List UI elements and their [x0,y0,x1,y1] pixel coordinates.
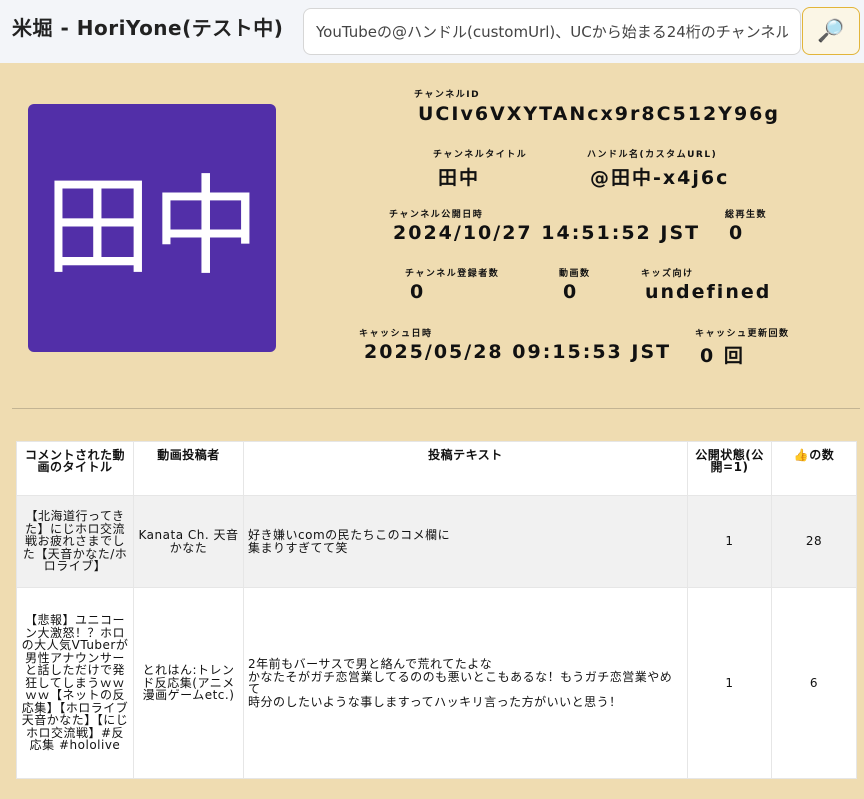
header-video-title: コメントされた動画のタイトル [16,441,134,496]
cache-date-value: 2025/05/28 09:15:53 JST [364,341,672,363]
total-views-label: 総再生数 [725,210,768,220]
comment-text-cell: 好き嫌いcomの民たちこのコメ欄に 集まりすぎてて笑 [243,495,688,588]
video-title-cell: 【北海道行ってきた】にじホロ交流戦お疲れさまでした【天音かなた/ホロライブ】 [16,495,134,588]
handle-value: @田中-x4j6c [590,167,730,189]
app-title: 米堀 - HoriYone(テスト中) [12,16,284,40]
channel-avatar: 田中 [28,104,276,352]
uploader-cell: とれはん:トレンド反応集(アニメ漫画ゲームetc.) [133,587,244,779]
videos-value: 0 [563,281,579,303]
header-likes: 👍の数 [771,441,857,496]
section-divider [12,408,860,409]
search-input[interactable] [303,8,801,55]
comments-table-container: コメントされた動画のタイトル 動画投稿者 投稿テキスト 公開状態(公開=1) 👍… [16,441,857,779]
magnifier-icon: 🔎 [817,18,845,43]
top-bar: 米堀 - HoriYone(テスト中) 🔎 [0,0,864,63]
channel-title-value: 田中 [438,167,481,189]
uploader-cell: Kanata Ch. 天音かなた [133,495,244,588]
table-row: 【北海道行ってきた】にじホロ交流戦お疲れさまでした【天音かなた/ホロライブ】 K… [16,495,857,588]
table-row: 【悲報】ユニコーン大激怒！？ホロの大人気VTuberが男性アナウンサーと話しただ… [16,587,857,779]
header-public: 公開状態(公開=1) [687,441,772,496]
channel-id-value: UCIv6VXYTANcx9r8C512Y96g [418,103,780,125]
kids-label: キッズ向け [641,269,694,279]
likes-cell: 6 [771,587,857,779]
cache-updates-label: キャッシュ更新回数 [695,329,790,339]
videos-label: 動画数 [559,269,591,279]
subscribers-label: チャンネル登録者数 [405,269,500,279]
published-label: チャンネル公開日時 [389,210,484,220]
comment-text-cell: 2年前もバーサスで男と絡んで荒れてたよな かなたそがガチ恋営業してるののも悪いと… [243,587,688,779]
likes-cell: 28 [771,495,857,588]
cache-date-label: キャッシュ日時 [359,329,433,339]
handle-label: ハンドル名(カスタムURL) [587,150,718,160]
comments-table: コメントされた動画のタイトル 動画投稿者 投稿テキスト 公開状態(公開=1) 👍… [16,441,857,779]
video-title-cell: 【悲報】ユニコーン大激怒！？ホロの大人気VTuberが男性アナウンサーと話しただ… [16,587,134,779]
search-button[interactable]: 🔎 [802,7,860,55]
subscribers-value: 0 [410,281,426,303]
table-header-row: コメントされた動画のタイトル 動画投稿者 投稿テキスト 公開状態(公開=1) 👍… [16,441,857,496]
header-uploader: 動画投稿者 [133,441,244,496]
public-cell: 1 [687,587,772,779]
channel-title-label: チャンネルタイトル [433,150,528,160]
header-text: 投稿テキスト [243,441,688,496]
cache-updates-value: 0 回 [700,345,745,367]
total-views-value: 0 [729,222,745,244]
channel-id-label: チャンネルID [414,90,481,100]
published-value: 2024/10/27 14:51:52 JST [393,222,701,244]
kids-value: undefined [645,281,772,303]
public-cell: 1 [687,495,772,588]
